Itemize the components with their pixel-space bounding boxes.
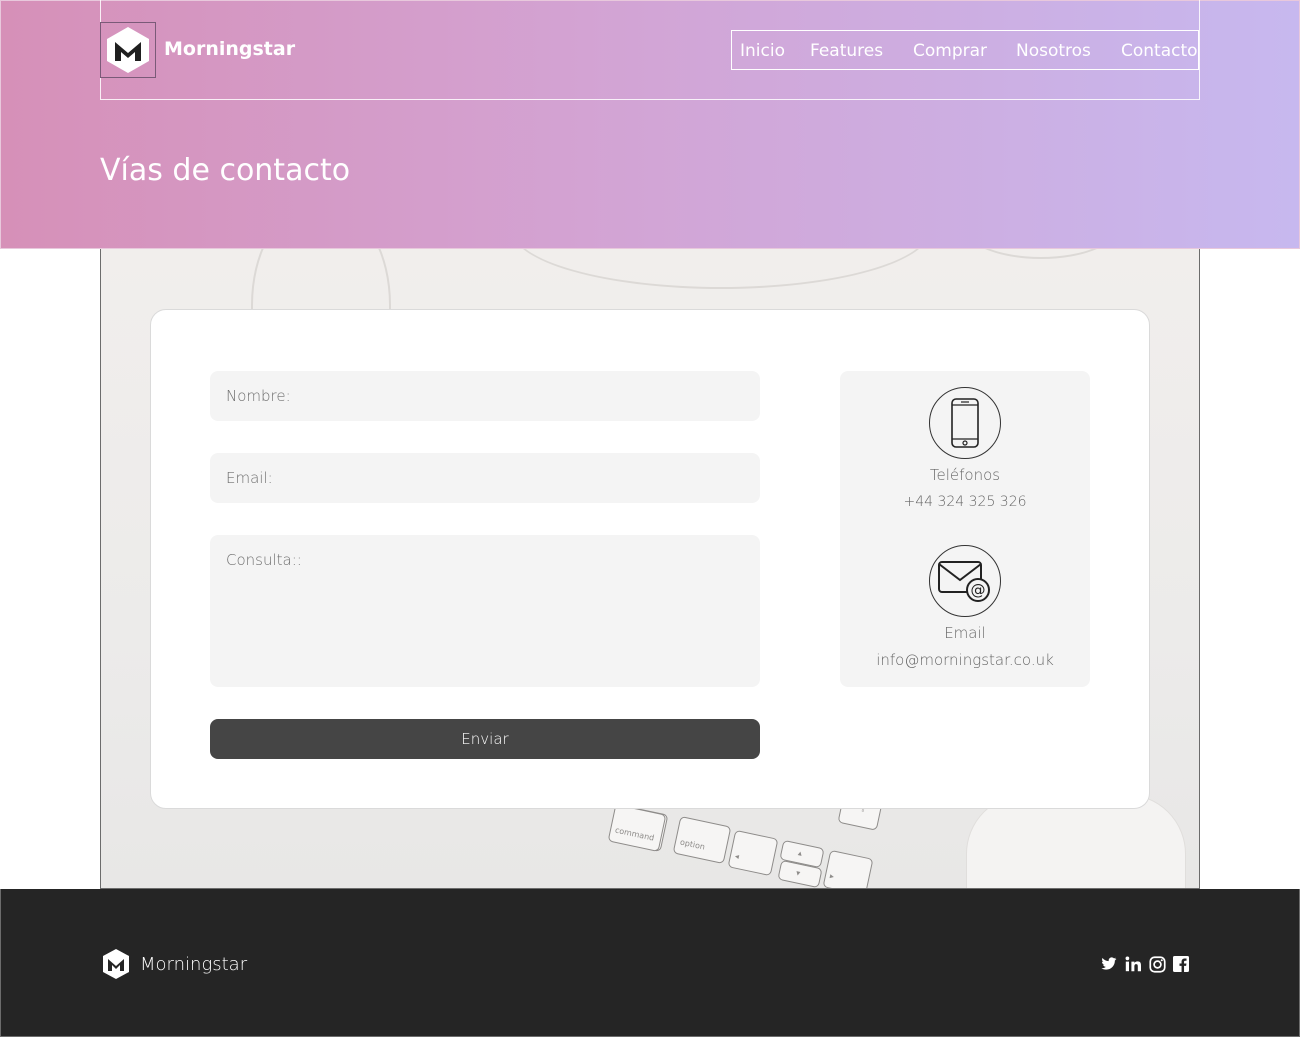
email-label: Email	[944, 624, 986, 642]
name-input[interactable]	[210, 371, 760, 421]
svg-text:@: @	[971, 581, 986, 599]
phone-icon	[929, 387, 1001, 459]
phone-value[interactable]: +44 324 325 326	[840, 494, 1090, 510]
nav-menu: Inicio Features Comprar Nosotros Contact…	[731, 30, 1199, 70]
footer-brand-name[interactable]: Morningstar	[140, 954, 247, 975]
twitter-icon[interactable]	[1100, 955, 1118, 973]
query-textarea[interactable]	[210, 535, 760, 687]
instagram-icon[interactable]	[1148, 955, 1166, 973]
phone-label: Teléfonos	[929, 466, 1001, 484]
facebook-icon[interactable]	[1172, 955, 1190, 973]
background-key: command	[607, 804, 667, 852]
page-title: Vías de contacto	[100, 153, 351, 188]
background-cable	[961, 249, 1121, 259]
background-key: ▸	[822, 849, 874, 888]
background-key: option	[672, 816, 732, 864]
nav-nosotros[interactable]: Nosotros	[1016, 41, 1091, 61]
nav-comprar[interactable]: Comprar	[913, 41, 987, 61]
nav-inicio[interactable]: Inicio	[740, 41, 785, 61]
nav-features[interactable]: Features	[810, 41, 883, 61]
submit-button[interactable]: Enviar	[210, 719, 760, 759]
background-cable	[511, 249, 931, 289]
logo-icon	[107, 27, 149, 73]
background-key: ◂	[727, 829, 779, 877]
email-value[interactable]: info@morningstar.co.uk	[840, 651, 1090, 669]
nav-contacto[interactable]: Contacto	[1121, 41, 1198, 61]
logo[interactable]	[100, 22, 156, 78]
linkedin-icon[interactable]	[1124, 955, 1142, 973]
footer-logo-icon[interactable]	[102, 948, 130, 984]
brand-name[interactable]: Morningstar	[164, 38, 295, 60]
email-icon: @	[929, 545, 1001, 617]
email-input[interactable]	[210, 453, 760, 503]
